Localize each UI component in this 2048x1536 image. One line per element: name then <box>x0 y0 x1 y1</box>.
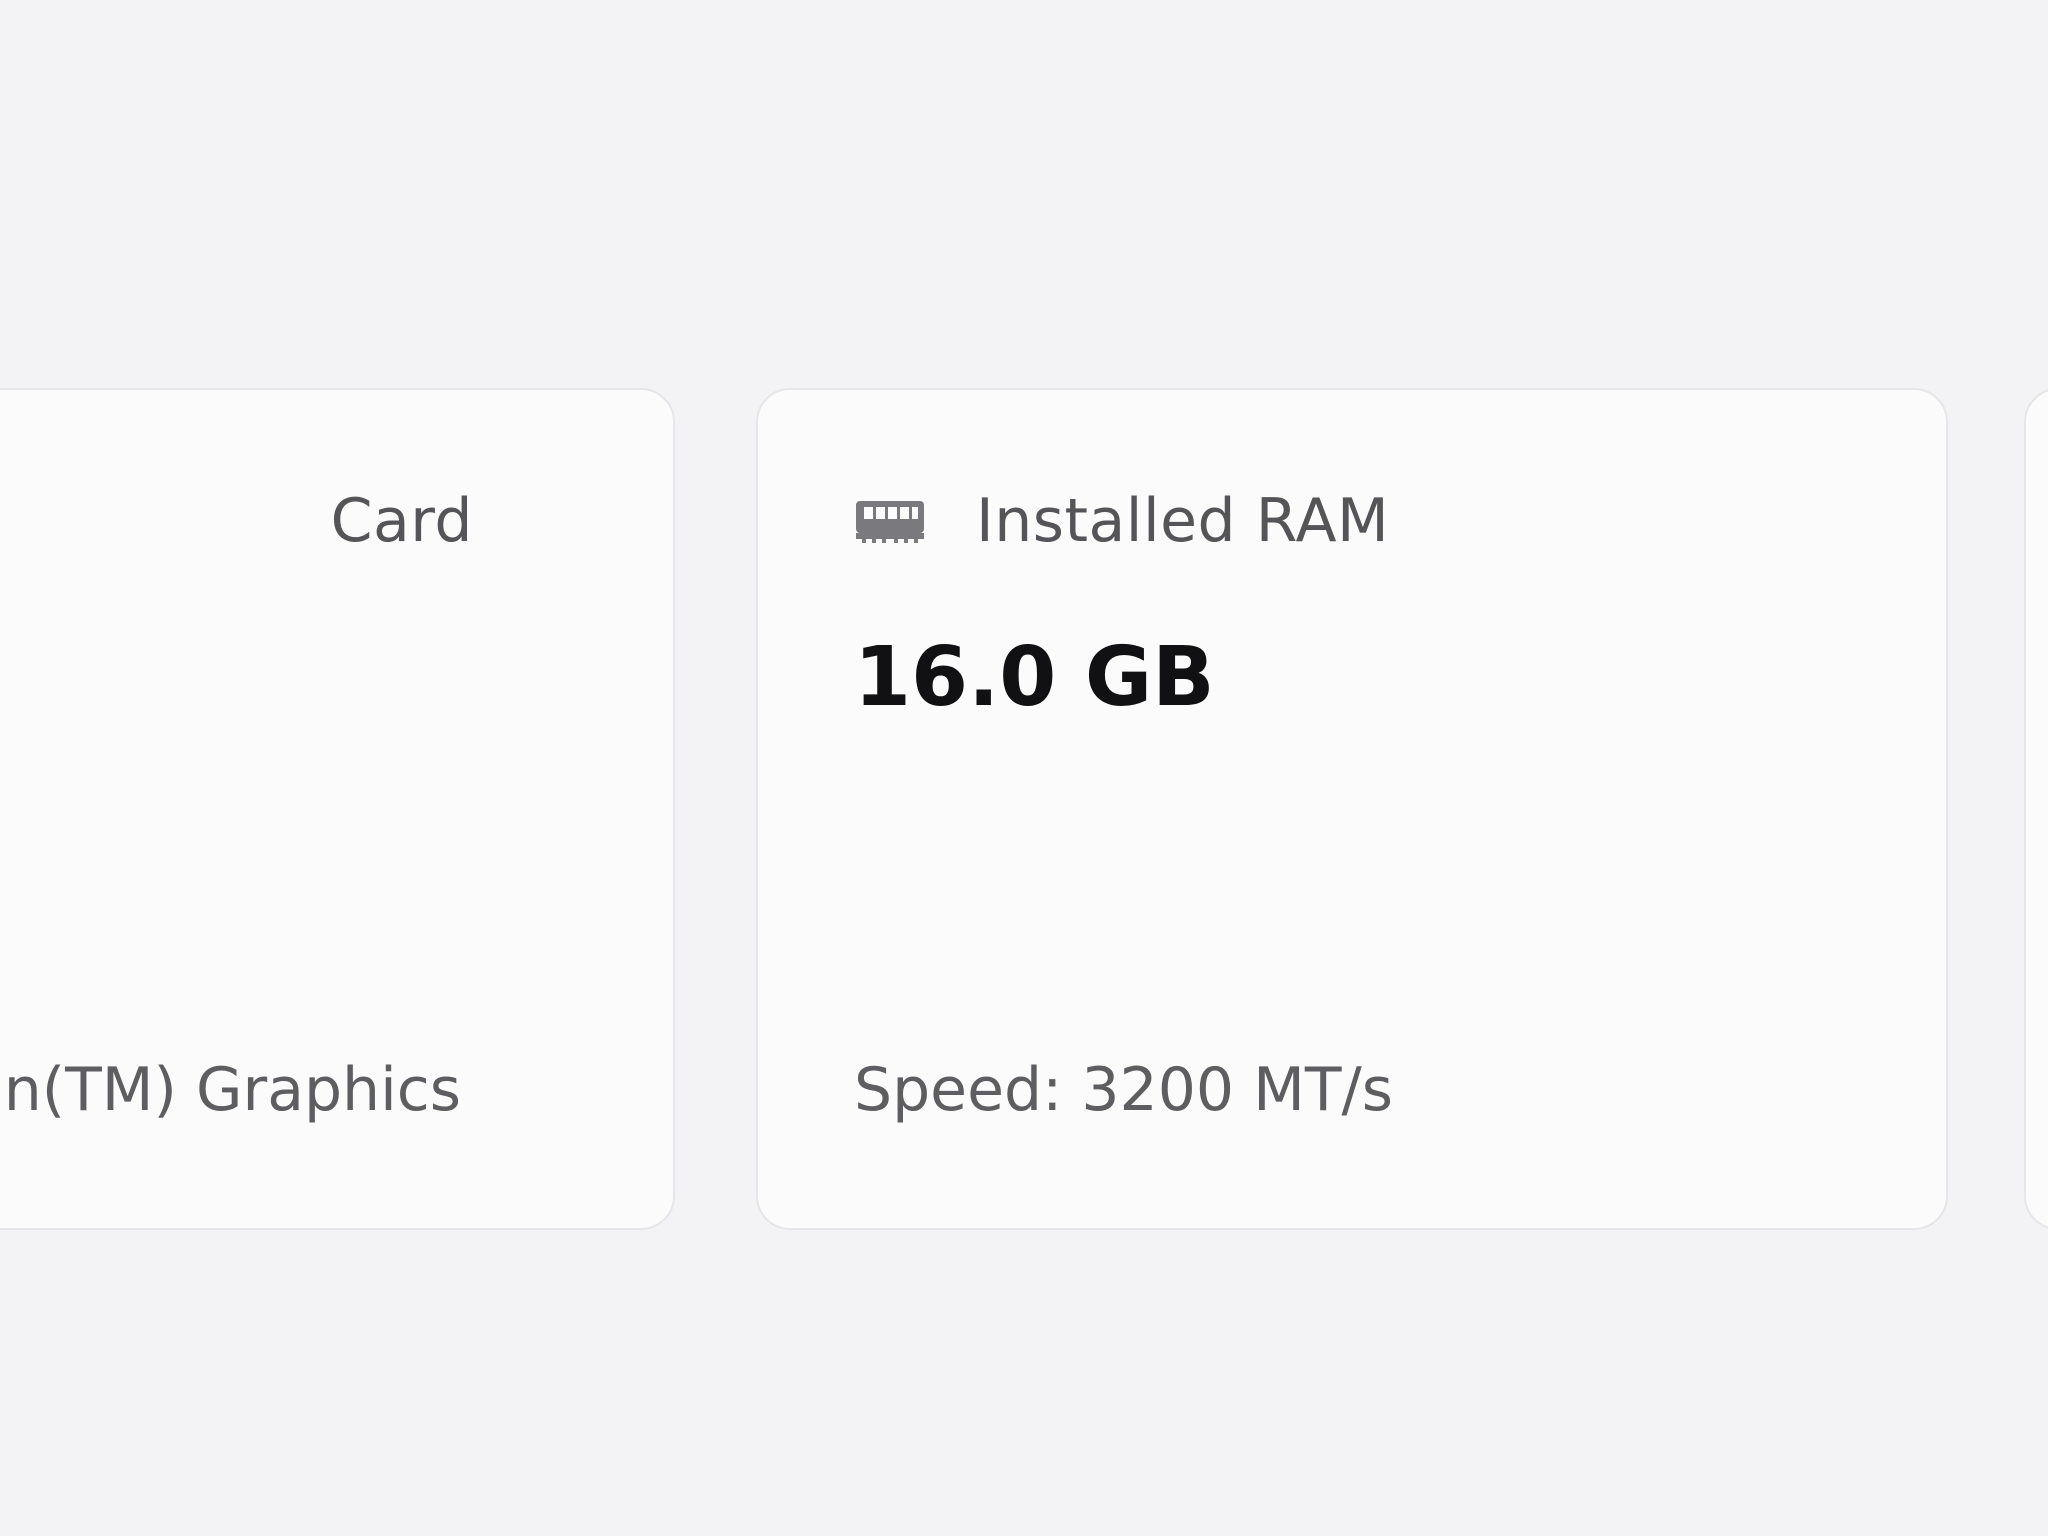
ram-amount: 16.0 GB <box>854 630 1215 725</box>
card-header: Installed RAM <box>854 486 1389 556</box>
card-header: Card <box>331 486 473 556</box>
graphics-card-tile[interactable]: Card n(TM) Graphics <box>0 388 675 1230</box>
next-tile[interactable] <box>2024 388 2048 1230</box>
card-title: Card <box>330 486 473 556</box>
page: Card n(TM) Graphics Installed RAM 16.0 G… <box>0 0 2048 1536</box>
installed-ram-tile[interactable]: Installed RAM 16.0 GB Speed: 3200 MT/s <box>756 388 1948 1230</box>
ram-icon <box>854 497 926 545</box>
ram-speed: Speed: 3200 MT/s <box>854 1055 1394 1125</box>
card-title: Installed RAM <box>976 486 1390 556</box>
card-footer: n(TM) Graphics <box>3 1055 461 1125</box>
